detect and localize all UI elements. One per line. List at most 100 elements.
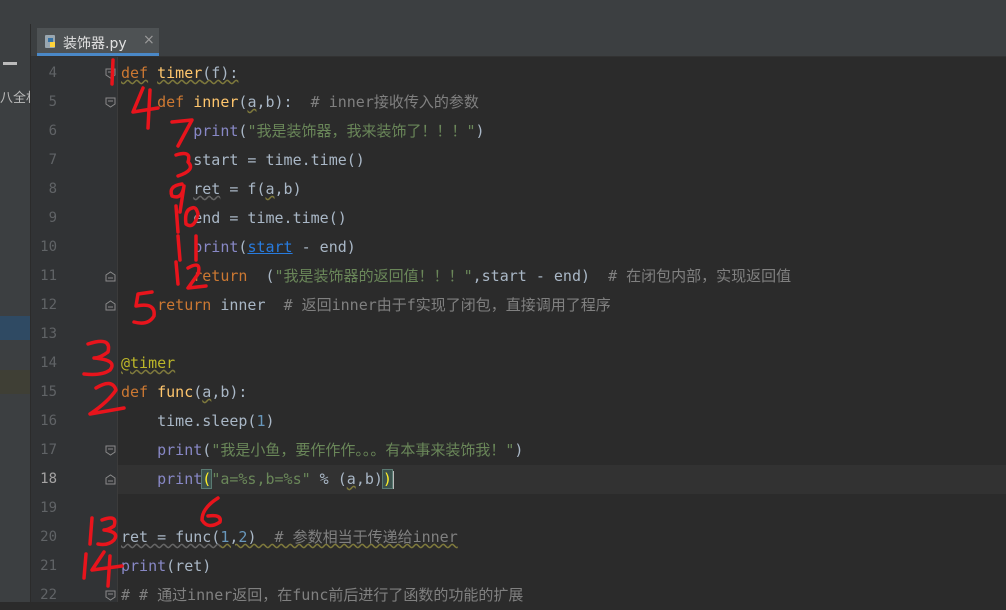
fold-end-icon[interactable] — [105, 474, 116, 485]
code-line[interactable]: print(ret) — [118, 552, 1006, 581]
code-line[interactable]: @timer — [118, 349, 1006, 378]
function-name: timer — [157, 64, 203, 82]
line-number: 12 — [40, 297, 57, 313]
line-number: 16 — [40, 413, 57, 429]
code-text: = f( — [220, 180, 266, 198]
code-text: ) — [265, 412, 275, 430]
tab-decorator-py[interactable]: 装饰器.py × — [37, 28, 159, 56]
keyword: def — [157, 93, 185, 111]
function-name: inner — [193, 93, 239, 111]
line-number: 17 — [40, 442, 57, 458]
builtin: print — [121, 557, 167, 575]
parameter: a — [346, 470, 356, 488]
fold-end-icon[interactable] — [105, 271, 116, 282]
editor-tab-bar: 装饰器.py × — [31, 24, 1006, 57]
project-tree-selection[interactable] — [0, 316, 30, 340]
line-number: 9 — [48, 210, 57, 226]
line-number: 13 — [40, 326, 57, 342]
code-text: ( — [247, 267, 275, 285]
string-literal: "我是装饰器，我来装饰了！！！" — [247, 122, 476, 140]
line-number: 11 — [40, 268, 57, 284]
parameter: a — [202, 383, 212, 401]
line-number: 14 — [40, 355, 57, 371]
title-bar — [0, 0, 1006, 25]
code-line[interactable]: ret = f(a,b) — [118, 175, 1006, 204]
code-line[interactable]: start = time.time() — [118, 146, 1006, 175]
line-number-current: 18 — [40, 471, 57, 487]
python-file-icon — [45, 35, 55, 48]
builtin: print — [157, 441, 203, 459]
parameter: a — [265, 180, 275, 198]
string-literal: "我是装饰器的返回值！！！" — [274, 267, 473, 285]
code-text: ,start - end) — [472, 267, 609, 285]
line-number: 10 — [40, 239, 57, 255]
fold-icon[interactable] — [105, 590, 116, 601]
code-line[interactable]: return ("我是装饰器的返回值！！！",start - end) # 在闭… — [118, 262, 1006, 291]
code-text: time.sleep( — [157, 412, 257, 430]
line-number: 8 — [48, 181, 57, 197]
code-line[interactable]: # # 通过inner返回，在func前后进行了函数的功能的扩展 — [118, 581, 1006, 602]
fold-end-icon[interactable] — [105, 300, 116, 311]
fold-icon[interactable] — [105, 68, 116, 79]
comment: # # 通过inner返回，在func前后进行了函数的功能的扩展 — [121, 586, 524, 602]
line-number: 22 — [40, 587, 57, 603]
builtin: print — [193, 238, 239, 256]
line-number: 21 — [40, 558, 57, 574]
code-line[interactable]: def timer(f): — [118, 59, 1006, 88]
builtin: print — [157, 470, 203, 488]
code-line[interactable]: def inner(a,b): # inner接收传入的参数 — [118, 88, 1006, 117]
fold-icon[interactable] — [105, 97, 116, 108]
code-text: start = time.time() — [193, 151, 365, 169]
code-text: ,b) — [274, 180, 302, 198]
matched-bracket: ( — [201, 469, 213, 489]
code-line[interactable]: time.sleep(1) — [118, 407, 1006, 436]
code-line-current[interactable]: print("a=%s,b=%s" % (a,b)) — [118, 465, 1006, 494]
comment: # inner接收传入的参数 — [310, 93, 479, 111]
code-line[interactable]: ret = func(1,2) # 参数相当于传递给inner — [118, 523, 1006, 552]
code-editor[interactable]: def timer(f): def inner(a,b): # inner接收传… — [118, 57, 1006, 602]
code-text: ) — [475, 122, 485, 140]
code-line[interactable]: print("我是装饰器，我来装饰了！！！") — [118, 117, 1006, 146]
close-icon[interactable]: × — [143, 32, 155, 48]
line-number: 19 — [40, 500, 57, 516]
code-text: ( — [202, 441, 212, 459]
line-number: 20 — [40, 529, 57, 545]
keyword: return — [157, 296, 212, 314]
code-line[interactable]: def func(a,b): — [118, 378, 1006, 407]
code-text: % ( — [310, 470, 347, 488]
tab-label: 装饰器.py — [63, 36, 127, 52]
code-line[interactable]: print(start - end) — [118, 233, 1006, 262]
code-text: (f): — [202, 64, 239, 82]
code-line[interactable]: end = time.time() — [118, 204, 1006, 233]
line-number: 6 — [48, 123, 57, 139]
string-literal: "我是小鱼，要作作作。。。有本事来装饰我！" — [211, 441, 515, 459]
keyword: return — [193, 267, 248, 285]
line-number: 5 — [48, 94, 57, 110]
code-text: inner — [211, 296, 284, 314]
text-caret — [391, 470, 394, 489]
variable-link[interactable]: start — [247, 238, 292, 256]
keyword: def — [121, 64, 149, 82]
project-tree-highlight[interactable] — [0, 370, 30, 394]
line-number-gutter[interactable]: 4 5 6 7 8 9 10 11 12 13 14 15 16 17 18 1… — [31, 57, 118, 603]
code-text: ,b): — [256, 93, 311, 111]
function-name: func — [157, 383, 194, 401]
code-text: ) — [247, 528, 275, 546]
matched-bracket: ) — [381, 469, 393, 489]
code-text: ) — [514, 441, 524, 459]
comment: # 返回inner由于f实现了闭包，直接调用了程序 — [283, 296, 611, 314]
minimize-icon[interactable] — [3, 62, 17, 65]
line-number: 7 — [48, 152, 57, 168]
code-text: - end) — [292, 238, 356, 256]
comment: # 在闭包内部，实现返回值 — [608, 267, 792, 285]
code-text: ( — [193, 383, 203, 401]
code-line[interactable]: return inner # 返回inner由于f实现了闭包，直接调用了程序 — [118, 291, 1006, 320]
fold-icon[interactable] — [105, 445, 116, 456]
string-literal: "a=%s,b=%s" — [211, 470, 311, 488]
number-literal: 1 — [256, 412, 266, 430]
decorator: @timer — [121, 354, 176, 372]
variable: ret — [193, 180, 221, 198]
comment: # 参数相当于传递给inner — [274, 528, 458, 546]
code-line[interactable]: print("我是小鱼，要作作作。。。有本事来装饰我！") — [118, 436, 1006, 465]
builtin: print — [193, 122, 239, 140]
